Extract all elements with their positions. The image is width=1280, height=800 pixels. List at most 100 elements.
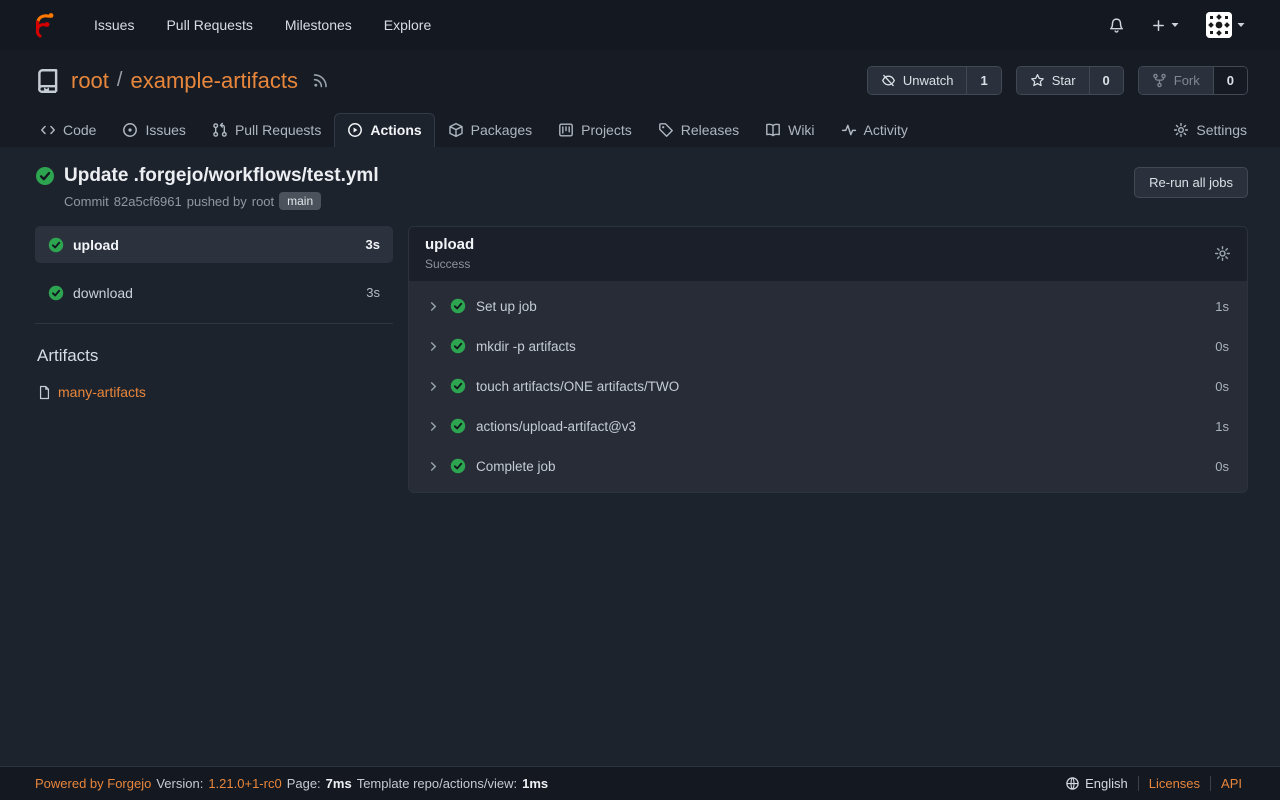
chevron-down-icon — [1236, 20, 1246, 30]
footer-right: English Licenses API — [1055, 776, 1252, 791]
repo-header-section: root / example-artifacts Unwatch 1 Star … — [0, 50, 1280, 147]
job-duration: 3s — [366, 237, 380, 252]
job-steps-list: Set up job 1s mkdir -p artifacts 0s touc… — [409, 281, 1247, 492]
tab-activity[interactable]: Activity — [828, 113, 921, 147]
repo-header: root / example-artifacts Unwatch 1 Star … — [0, 50, 1280, 107]
artifacts-heading: Artifacts — [37, 346, 393, 366]
step-row-set-up-job[interactable]: Set up job 1s — [409, 286, 1247, 326]
tab-code[interactable]: Code — [27, 113, 109, 147]
api-link[interactable]: API — [1210, 776, 1252, 791]
repo-icon — [35, 68, 61, 94]
package-icon — [448, 122, 464, 138]
nav-link-explore[interactable]: Explore — [372, 9, 443, 41]
pushed-by-label: pushed by — [187, 194, 247, 209]
watch-button-group: Unwatch 1 — [867, 66, 1002, 95]
bell-icon — [1108, 17, 1125, 34]
repo-owner-link[interactable]: root — [71, 68, 109, 94]
page-label: Page: — [287, 776, 321, 791]
tab-projects[interactable]: Projects — [545, 113, 645, 147]
create-new-dropdown[interactable] — [1143, 12, 1188, 39]
forks-count[interactable]: 0 — [1213, 67, 1247, 94]
tab-settings[interactable]: Settings — [1160, 113, 1260, 147]
success-check-icon — [450, 298, 466, 314]
commit-author[interactable]: root — [252, 194, 274, 209]
step-duration: 0s — [1215, 459, 1229, 474]
success-check-icon — [450, 458, 466, 474]
step-duration: 0s — [1215, 379, 1229, 394]
rss-icon[interactable] — [312, 72, 329, 89]
artifact-link-many-artifacts[interactable]: many-artifacts — [37, 384, 393, 400]
job-options-gear-icon[interactable] — [1214, 245, 1231, 262]
unwatch-button[interactable]: Unwatch — [868, 67, 967, 94]
language-selector[interactable]: English — [1055, 776, 1138, 791]
version-link[interactable]: 1.21.0+1-rc0 — [208, 776, 281, 791]
fork-button: Fork — [1139, 67, 1213, 94]
rerun-all-jobs-button[interactable]: Re-run all jobs — [1134, 167, 1248, 198]
watchers-count[interactable]: 1 — [966, 67, 1000, 94]
user-menu-dropdown[interactable] — [1198, 6, 1254, 44]
step-name: actions/upload-artifact@v3 — [476, 419, 636, 434]
commit-line: Commit 82a5cf6961 pushed by root main — [64, 192, 379, 210]
tab-packages[interactable]: Packages — [435, 113, 545, 147]
success-check-icon — [450, 338, 466, 354]
star-button[interactable]: Star — [1017, 67, 1089, 94]
tab-wiki[interactable]: Wiki — [752, 113, 827, 147]
step-duration: 1s — [1215, 299, 1229, 314]
success-check-icon — [450, 378, 466, 394]
job-duration: 3s — [366, 285, 380, 300]
repo-tabs: Code Issues Pull Requests Actions Packag… — [0, 107, 1280, 147]
step-row-mkdir[interactable]: mkdir -p artifacts 0s — [409, 326, 1247, 366]
stars-count[interactable]: 0 — [1089, 67, 1123, 94]
page-time: 7ms — [326, 776, 352, 791]
licenses-link[interactable]: Licenses — [1138, 776, 1210, 791]
job-row-download[interactable]: download 3s — [35, 274, 393, 311]
tab-issues[interactable]: Issues — [109, 113, 198, 147]
job-name: upload — [73, 237, 119, 253]
template-label: Template repo/actions/view: — [357, 776, 517, 791]
main-nav-links: Issues Pull Requests Milestones Explore — [82, 9, 443, 41]
star-icon — [1030, 73, 1045, 88]
step-row-touch-artifacts[interactable]: touch artifacts/ONE artifacts/TWO 0s — [409, 366, 1247, 406]
forgejo-logo[interactable] — [26, 9, 58, 41]
footer: Powered by Forgejo Version: 1.21.0+1-rc0… — [0, 766, 1280, 800]
job-detail-panel: upload Success Set up job 1s mkdir -p ar… — [408, 226, 1248, 493]
branch-badge[interactable]: main — [279, 192, 321, 210]
fork-icon — [1152, 73, 1167, 88]
job-row-upload[interactable]: upload 3s — [35, 226, 393, 263]
issue-icon — [122, 122, 138, 138]
chevron-right-icon — [427, 460, 440, 473]
repo-name-link[interactable]: example-artifacts — [130, 68, 298, 94]
play-circle-icon — [347, 122, 363, 138]
code-icon — [40, 122, 56, 138]
notifications-button[interactable] — [1100, 11, 1133, 40]
step-row-upload-artifact[interactable]: actions/upload-artifact@v3 1s — [409, 406, 1247, 446]
powered-by-forgejo-link[interactable]: Powered by Forgejo — [35, 776, 151, 791]
book-icon — [765, 122, 781, 138]
version-label: Version: — [156, 776, 203, 791]
nav-link-milestones[interactable]: Milestones — [273, 9, 364, 41]
fork-button-group: Fork 0 — [1138, 66, 1248, 95]
template-time: 1ms — [522, 776, 548, 791]
eye-off-icon — [881, 73, 896, 88]
nav-link-issues[interactable]: Issues — [82, 9, 146, 41]
nav-link-pull-requests[interactable]: Pull Requests — [154, 9, 264, 41]
jobs-sidebar: upload 3s download 3s Artifacts many-art… — [35, 226, 393, 400]
run-title: Update .forgejo/workflows/test.yml — [64, 165, 379, 187]
globe-icon — [1065, 776, 1080, 791]
job-detail-header: upload Success — [409, 227, 1247, 281]
success-check-icon — [35, 166, 55, 186]
tab-actions[interactable]: Actions — [334, 113, 434, 147]
file-icon — [37, 385, 52, 400]
project-icon — [558, 122, 574, 138]
tab-releases[interactable]: Releases — [645, 113, 752, 147]
star-button-group: Star 0 — [1016, 66, 1124, 95]
job-name: download — [73, 285, 133, 301]
success-check-icon — [48, 285, 64, 301]
tag-icon — [658, 122, 674, 138]
step-duration: 0s — [1215, 339, 1229, 354]
plus-icon — [1151, 18, 1166, 33]
footer-left: Powered by Forgejo Version: 1.21.0+1-rc0… — [35, 776, 548, 791]
tab-pull-requests[interactable]: Pull Requests — [199, 113, 334, 147]
step-row-complete-job[interactable]: Complete job 0s — [409, 446, 1247, 486]
commit-hash[interactable]: 82a5cf6961 — [114, 194, 182, 209]
